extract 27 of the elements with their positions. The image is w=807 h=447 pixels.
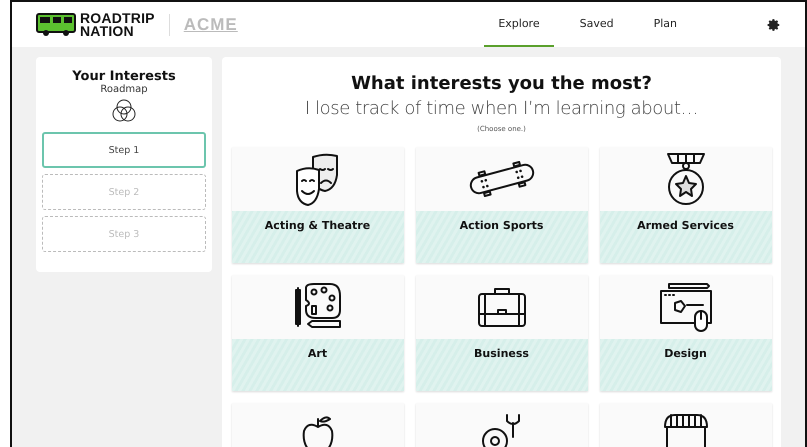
interest-label: Business [474, 347, 529, 362]
interest-tile[interactable]: Armed Services [600, 147, 772, 263]
question-heading: What interests you the most? [351, 73, 652, 94]
sidebar-subtitle: Roadmap [100, 84, 148, 95]
prompt-text: I lose track of time when I’m learning about… [304, 98, 698, 119]
sidebar-title: Your Interests [72, 69, 176, 84]
step-button[interactable]: Step 1 [42, 132, 206, 168]
nav-tab[interactable]: Explore [484, 2, 554, 47]
interest-label: Design [664, 347, 707, 362]
interest-label: Armed Services [637, 219, 734, 234]
interest-label: Art [308, 347, 328, 362]
settings-icon[interactable] [767, 18, 781, 32]
venn-diagram-icon [111, 98, 137, 124]
nav-tab[interactable]: Plan [640, 2, 691, 47]
partner-name: ACME [184, 14, 238, 34]
interest-tile[interactable]: Design [600, 275, 772, 391]
interest-label: Acting & Theatre [264, 219, 370, 234]
interest-tile[interactable]: Art [232, 275, 404, 391]
brand-name: ROADTRIP NATION [80, 12, 155, 38]
interest-label: Action Sports [460, 219, 544, 234]
briefcase-icon [476, 286, 526, 328]
interest-tile[interactable]: Business [416, 275, 588, 391]
interest-tile[interactable]: Acting & Theatre [232, 147, 404, 263]
bus-logo-icon [36, 12, 76, 36]
interest-tile[interactable]: Action Sports [416, 147, 588, 263]
nav-tab[interactable]: Saved [566, 2, 628, 47]
design-monitor-mouse-icon [658, 281, 712, 333]
